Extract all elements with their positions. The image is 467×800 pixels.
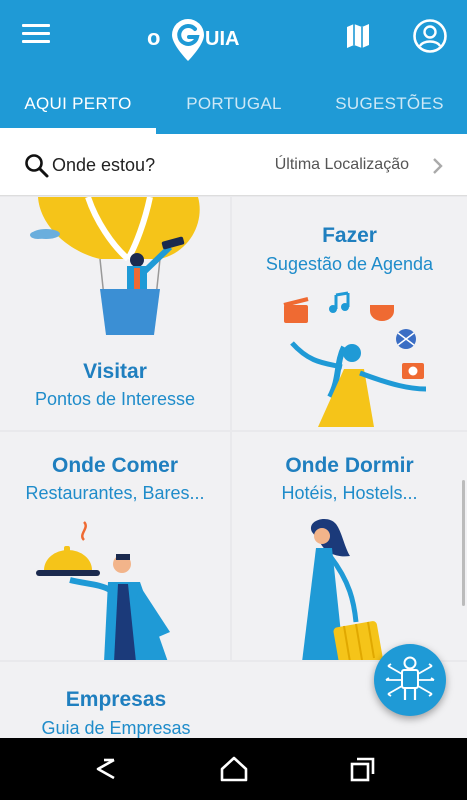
app-bar: o UIA xyxy=(0,0,467,74)
card-subtitle: Guia de Empresas xyxy=(41,718,191,738)
logo-text-right: UIA xyxy=(205,28,239,50)
card-subtitle: Pontos de Interesse xyxy=(34,389,196,409)
card-visitar[interactable]: Visitar Pontos de Interesse xyxy=(0,197,230,430)
card-title: Empresas xyxy=(65,688,167,711)
waiter-illustration xyxy=(36,521,170,660)
card-subtitle: Hotéis, Hostels... xyxy=(281,483,418,503)
person-network-fab[interactable] xyxy=(374,644,446,716)
scrollbar[interactable] xyxy=(462,480,465,606)
person-network-icon xyxy=(385,656,435,700)
card-title: Visitar xyxy=(83,360,147,383)
system-navigation-bar xyxy=(0,738,467,800)
location-label[interactable]: Onde estou? xyxy=(52,155,155,176)
traveler-woman-illustration xyxy=(302,518,383,660)
tab-sugestoes[interactable]: SUGESTÕES xyxy=(312,74,467,134)
card-subtitle: Sugestão de Agenda xyxy=(265,254,434,274)
chevron-right-icon[interactable] xyxy=(431,156,445,176)
card-fazer[interactable]: Fazer Sugestão de Agenda xyxy=(232,197,467,430)
last-location-label[interactable]: Última Localização xyxy=(275,156,409,174)
card-title: Onde Dormir xyxy=(285,454,414,477)
location-bar[interactable]: Onde estou? Última Localização xyxy=(0,134,467,196)
juggling-woman-illustration xyxy=(283,291,427,427)
logo-text-left: o xyxy=(147,25,160,50)
card-title: Onde Comer xyxy=(51,454,179,477)
tab-portugal[interactable]: PORTUGAL xyxy=(156,74,312,134)
map-icon[interactable] xyxy=(344,22,372,50)
app-logo: o UIA xyxy=(144,14,254,64)
back-icon[interactable] xyxy=(90,754,122,784)
hamburger-menu-icon[interactable] xyxy=(22,24,50,50)
recent-apps-icon[interactable] xyxy=(346,754,378,784)
hot-air-balloon-illustration xyxy=(30,197,200,335)
card-onde-comer[interactable]: Onde Comer Restaurantes, Bares... xyxy=(0,432,230,660)
card-onde-dormir[interactable]: Onde Dormir Hotéis, Hostels... xyxy=(232,432,467,660)
search-icon xyxy=(24,153,50,179)
card-subtitle: Restaurantes, Bares... xyxy=(25,483,205,503)
card-title: Fazer xyxy=(322,224,377,247)
tab-aqui-perto[interactable]: AQUI PERTO xyxy=(0,74,156,134)
home-icon[interactable] xyxy=(218,754,250,784)
tab-bar: AQUI PERTO PORTUGAL SUGESTÕES xyxy=(0,74,467,134)
account-circle-icon[interactable] xyxy=(412,18,448,54)
